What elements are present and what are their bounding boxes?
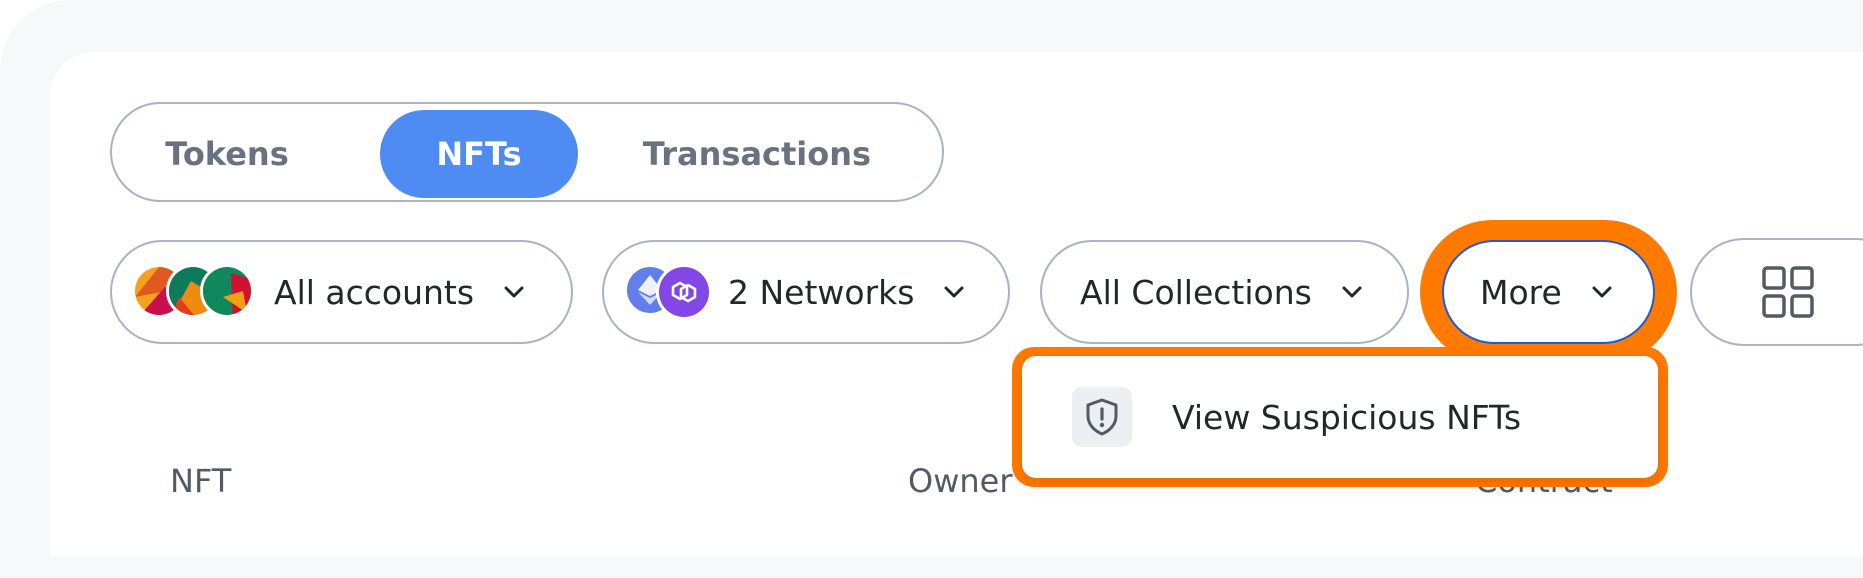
column-header-nft: NFT <box>170 462 232 500</box>
collections-filter-button[interactable]: All Collections <box>1040 240 1409 344</box>
chevron-down-icon <box>1592 286 1612 298</box>
view-suspicious-nfts-menu-item[interactable]: View Suspicious NFTs <box>1022 356 1658 478</box>
collections-filter-label: All Collections <box>1080 272 1312 312</box>
grid-view-button[interactable] <box>1690 238 1863 346</box>
grid-icon <box>1762 266 1814 318</box>
accounts-filter-button[interactable]: All accounts <box>110 240 573 344</box>
networks-filter-label: 2 Networks <box>728 272 915 312</box>
tab-transactions[interactable]: Transactions <box>612 110 902 198</box>
more-button-highlight: More <box>1420 220 1677 364</box>
more-button-label: More <box>1480 272 1562 312</box>
view-suspicious-nfts-label: View Suspicious NFTs <box>1172 397 1522 437</box>
account-avatar-3 <box>200 264 254 318</box>
shield-alert-icon <box>1072 387 1132 447</box>
chevron-down-icon <box>1342 286 1362 298</box>
chevron-down-icon <box>504 286 524 298</box>
tab-nfts[interactable]: NFTs <box>380 110 578 198</box>
column-header-owner: Owner <box>908 462 1013 500</box>
accounts-filter-label: All accounts <box>274 272 475 312</box>
polygon-icon <box>656 264 712 320</box>
tab-bar: Tokens NFTs Transactions <box>110 102 944 202</box>
network-icons <box>624 264 712 320</box>
chevron-down-icon <box>944 286 964 298</box>
tab-tokens[interactable]: Tokens <box>152 110 302 198</box>
account-avatars <box>132 264 256 320</box>
more-button[interactable]: More <box>1442 240 1655 344</box>
networks-filter-button[interactable]: 2 Networks <box>602 240 1010 344</box>
